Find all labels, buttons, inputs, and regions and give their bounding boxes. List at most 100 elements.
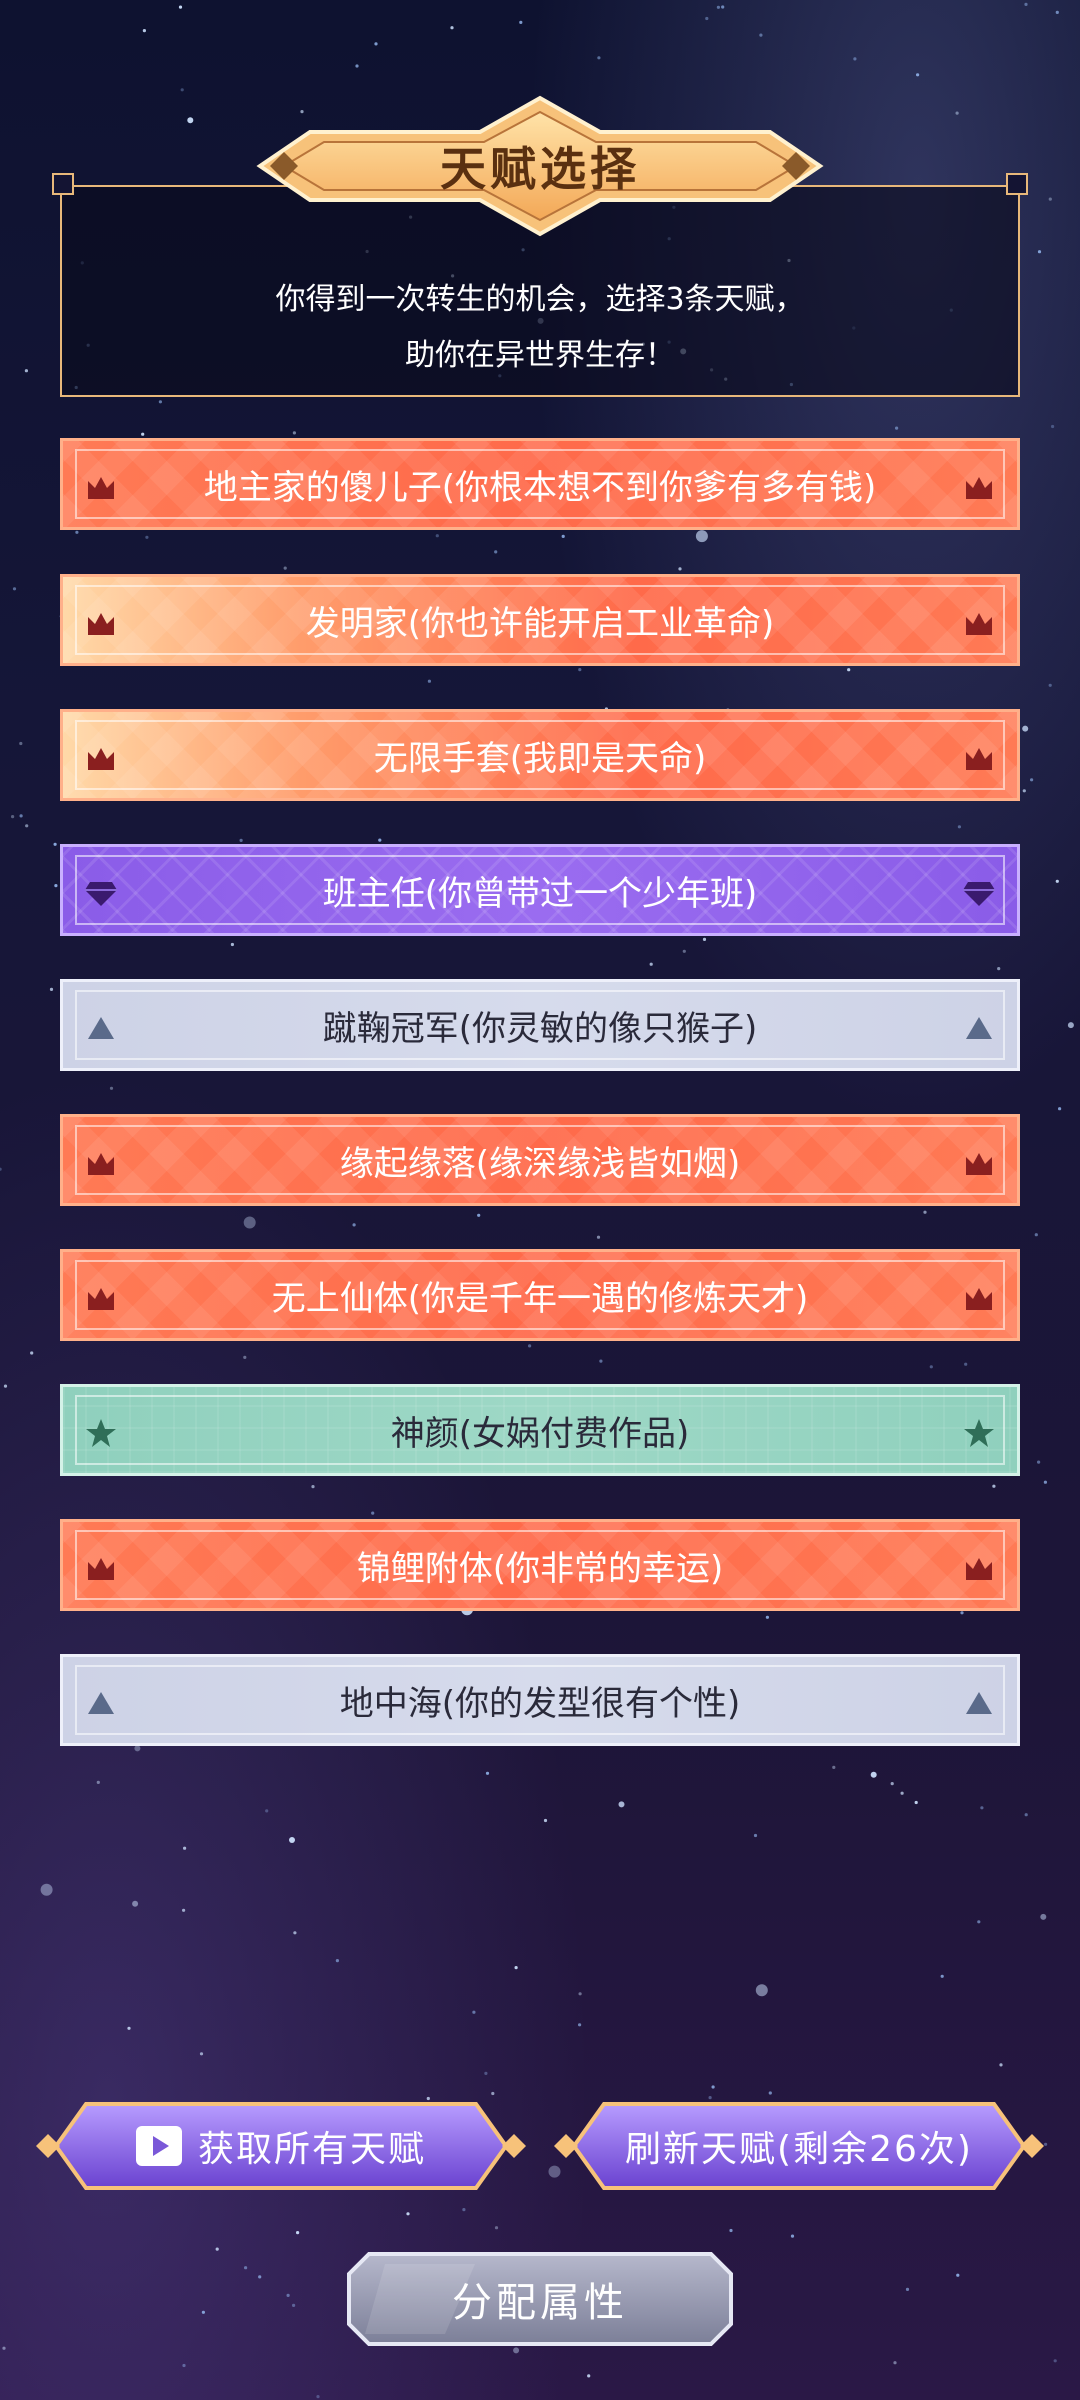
- star: [960, 1611, 964, 1615]
- star: [1037, 250, 1042, 254]
- star: [1048, 683, 1052, 687]
- star: [371, 1511, 375, 1515]
- star: [406, 2212, 410, 2216]
- star: [427, 679, 431, 683]
- talent-label: 地主家的傻儿子(你根本想不到你爹有多有钱): [203, 467, 877, 508]
- star: [19, 814, 23, 818]
- star: [187, 117, 194, 124]
- star: [905, 2287, 910, 2291]
- star: [682, 949, 686, 953]
- crown-icon: [959, 1278, 999, 1318]
- talent-option[interactable]: 蹴鞠冠军(你灵敏的像只猴子): [60, 979, 1020, 1071]
- star: [462, 2208, 466, 2212]
- talent-option[interactable]: 无上仙体(你是千年一遇的修炼天才): [60, 1249, 1020, 1341]
- talent-label: 发明家(你也许能开启工业革命): [305, 603, 775, 644]
- star: [374, 42, 378, 46]
- star: [997, 967, 1001, 971]
- intro-line-2: 助你在异世界生存！: [405, 338, 675, 373]
- star: [355, 64, 359, 68]
- star: [311, 1485, 315, 1489]
- star: [1058, 1107, 1062, 1111]
- star: [1024, 1813, 1028, 1817]
- talent-option[interactable]: 地主家的傻儿子(你根本想不到你爹有多有钱): [60, 438, 1020, 530]
- refresh-talents-button[interactable]: 刷新天赋(剩余26次): [552, 2098, 1046, 2194]
- star: [127, 2026, 131, 2030]
- star: [1034, 1233, 1038, 1237]
- star: [484, 2071, 488, 2075]
- star: [142, 29, 146, 33]
- star: [695, 530, 708, 543]
- page-title: 天赋选择: [440, 142, 640, 196]
- talent-label: 无上仙体(你是千年一遇的修炼天才): [271, 1278, 809, 1319]
- crown-icon: [81, 1278, 121, 1318]
- star: [721, 5, 725, 9]
- star: [239, 838, 243, 843]
- star: [587, 2374, 591, 2378]
- talent-option[interactable]: 锦鲤附体(你非常的幸运): [60, 1519, 1020, 1611]
- star: [494, 2226, 499, 2230]
- title-badge: 天赋选择: [240, 92, 840, 240]
- star: [49, 987, 54, 992]
- talent-label: 班主任(你曾带过一个少年班): [322, 873, 758, 914]
- star: [705, 16, 709, 21]
- talent-option[interactable]: 班主任(你曾带过一个少年班): [60, 844, 1020, 936]
- star: [3, 1384, 8, 1388]
- star: [853, 57, 857, 61]
- star: [964, 1362, 968, 1366]
- star: [890, 1782, 894, 1786]
- star: [40, 1883, 53, 1896]
- intro-text: 你得到一次转生的机会，选择3条天赋， 助你在异世界生存！: [60, 272, 1020, 384]
- star-icon: [81, 1413, 121, 1453]
- star: [618, 1801, 625, 1808]
- star: [289, 1837, 295, 1843]
- star: [519, 20, 523, 24]
- star: [847, 668, 851, 672]
- assign-attributes-label: 分配属性: [452, 2280, 628, 2326]
- star: [790, 2234, 795, 2238]
- crown-icon: [81, 467, 121, 507]
- star: [494, 550, 498, 554]
- crown-icon: [959, 1548, 999, 1588]
- crown-icon: [81, 603, 121, 643]
- talent-option[interactable]: 发明家(你也许能开启工业革命): [60, 574, 1020, 666]
- star: [182, 1908, 186, 1912]
- star: [145, 535, 149, 539]
- star: [596, 1235, 601, 1239]
- star: [316, 2395, 320, 2399]
- crown-icon: [959, 467, 999, 507]
- star: [649, 962, 653, 966]
- star: [916, 73, 920, 77]
- get-all-talents-button[interactable]: 获取所有天赋: [34, 2098, 528, 2194]
- star: [578, 668, 582, 672]
- talent-option[interactable]: 无限手套(我即是天命): [60, 709, 1020, 801]
- star: [1055, 10, 1059, 14]
- star: [599, 1359, 603, 1363]
- star: [765, 1615, 770, 1619]
- assign-attributes-button[interactable]: 分配属性: [345, 2250, 735, 2348]
- star: [243, 1216, 256, 1229]
- star: [292, 2303, 296, 2307]
- star: [1040, 1913, 1047, 1920]
- crown-icon: [81, 1143, 121, 1183]
- star: [158, 400, 162, 404]
- star: [1030, 778, 1034, 782]
- star: [178, 5, 183, 9]
- talent-option[interactable]: 神颜(女娲付费作品): [60, 1384, 1020, 1476]
- talent-option[interactable]: 地中海(你的发型很有个性): [60, 1654, 1020, 1746]
- star: [182, 2363, 186, 2368]
- triangle-icon: [959, 1008, 999, 1048]
- star: [893, 2361, 897, 2365]
- star: [25, 824, 29, 828]
- star: [900, 1791, 904, 1795]
- star: [134, 1745, 141, 1752]
- star: [729, 2228, 733, 2233]
- star: [75, 530, 79, 534]
- star: [528, 1344, 532, 1348]
- star: [0, 1167, 2, 1171]
- talent-option[interactable]: 缘起缘落(缘深缘浅皆如烟): [60, 1114, 1020, 1206]
- star: [755, 1984, 768, 1997]
- star: [286, 2293, 290, 2297]
- star: [183, 1846, 187, 1850]
- star: [132, 1900, 139, 1907]
- star: [293, 1931, 297, 1935]
